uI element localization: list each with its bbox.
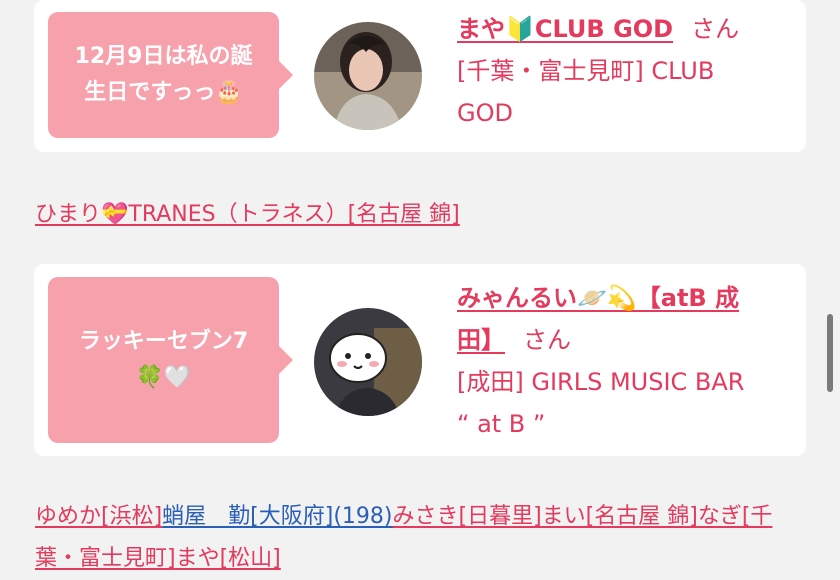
- message-line-1: 12月9日は私の誕: [74, 44, 253, 69]
- honorific: さん: [691, 15, 740, 43]
- shop-line-1: [成田] GIRLS MUSIC BAR: [457, 368, 745, 396]
- avatar[interactable]: [314, 308, 422, 416]
- recent-visitors-links: ゆめか[浜松]蛸屋 勤[大阪府](198)みさき[日暮里]まい[名古屋 錦]なぎ…: [35, 496, 807, 580]
- message-line-1: ラッキーセブン7: [78, 329, 249, 354]
- user-photo-icon: [314, 22, 422, 130]
- profile-link-maya[interactable]: まや[松山]: [176, 546, 281, 571]
- profile-link-yumeka[interactable]: ゆめか[浜松]: [35, 504, 162, 529]
- scrollbar-thumb[interactable]: [827, 314, 833, 392]
- message-bubble: ラッキーセブン7 🍀🤍: [48, 277, 293, 443]
- message-card-2: ラッキーセブン7 🍀🤍 みゃんるい🪐💫【atB 成 田】 さん [成田] GIRL…: [34, 264, 806, 456]
- profile-info: みゃんるい🪐💫【atB 成 田】 さん [成田] GIRLS MUSIC BAR …: [457, 277, 787, 445]
- profile-name-link-cont[interactable]: 田】: [457, 326, 505, 354]
- profile-link-misaki[interactable]: みさき[日暮里]: [393, 504, 542, 529]
- message-bubble: 12月9日は私の誕 生日ですっっ🎂: [48, 12, 293, 138]
- message-card-1: 12月9日は私の誕 生日ですっっ🎂 まや🔰CLUB GOD さん [千葉・富士見町…: [34, 0, 806, 152]
- honorific: さん: [523, 326, 571, 354]
- profile-name-link[interactable]: まや🔰CLUB GOD: [457, 15, 673, 43]
- profile-info: まや🔰CLUB GOD さん [千葉・富士見町] CLUB GOD: [457, 8, 787, 134]
- profile-link-himari[interactable]: ひまり💝TRANES（トラネス）[名古屋 錦]: [35, 196, 460, 228]
- profile-link-mai[interactable]: まい[名古屋 錦]: [542, 504, 698, 529]
- profile-name-link[interactable]: みゃんるい🪐💫【atB 成: [457, 284, 739, 312]
- profile-link-takoya[interactable]: 蛸屋 勤[大阪府](198): [162, 504, 392, 529]
- avatar[interactable]: [314, 22, 422, 130]
- user-photo-with-sticker-icon: [314, 308, 422, 416]
- message-line-2: 生日ですっっ🎂: [84, 80, 243, 105]
- shop-line-2: “ at B ”: [457, 410, 546, 438]
- shop-line-1: [千葉・富士見町] CLUB: [457, 57, 715, 85]
- message-line-2: 🍀🤍: [136, 365, 191, 390]
- shop-line-2: GOD: [457, 99, 513, 127]
